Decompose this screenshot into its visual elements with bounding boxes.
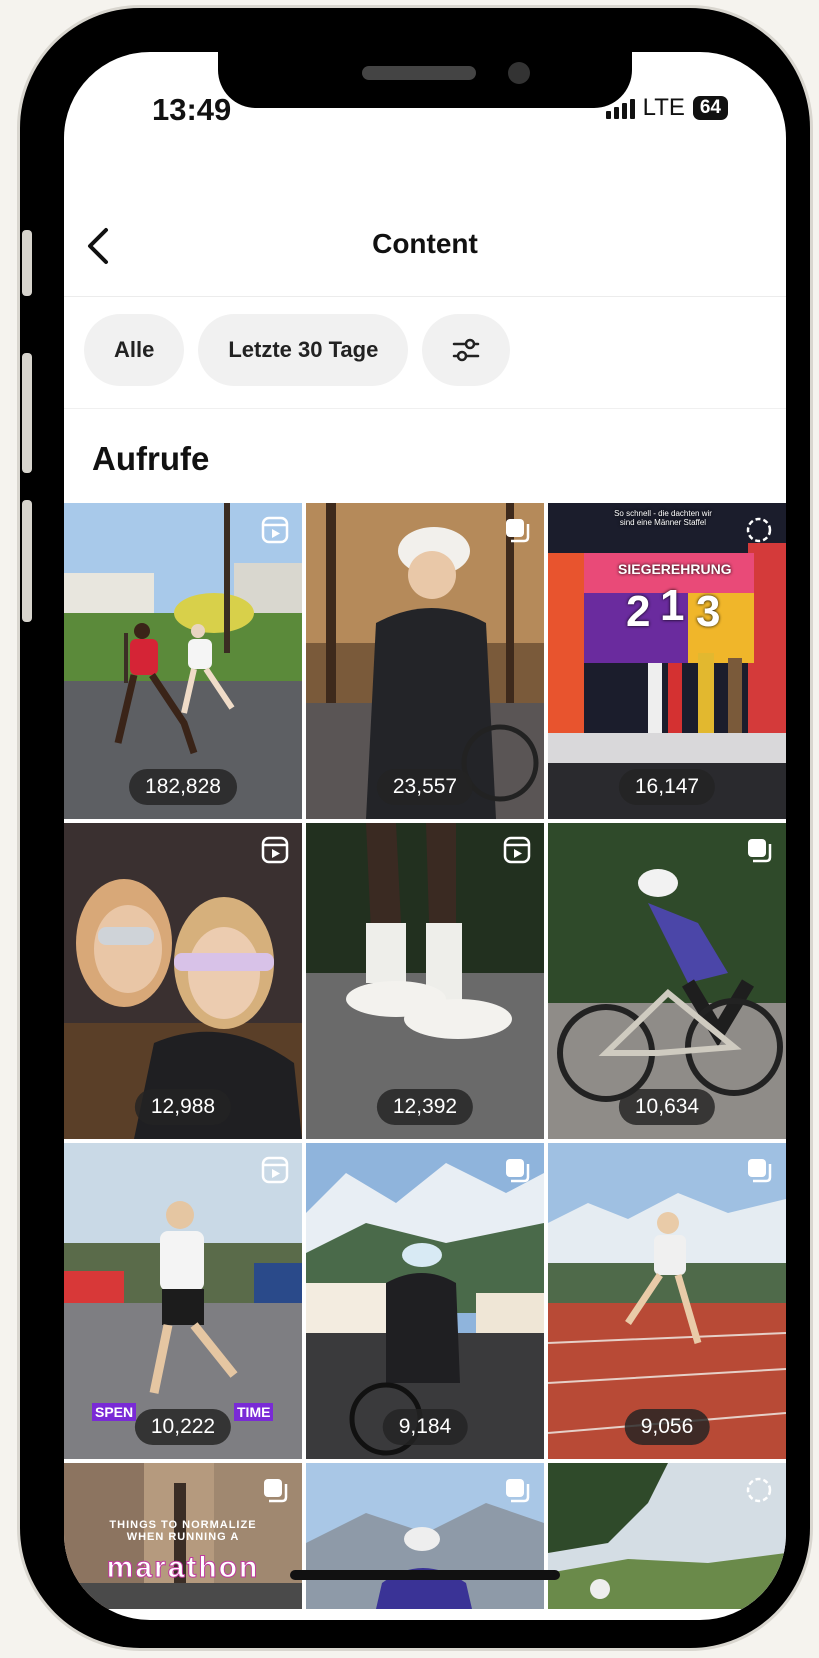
front-camera [508,62,530,84]
view-count-badge: 23,557 [376,769,474,805]
battery-icon: 64 [692,96,728,120]
post-tile[interactable]: THINGS TO NORMALIZE WHEN RUNNING A marat… [64,1463,302,1609]
volume-down-button [22,500,32,622]
post-overlay-text: So schnell - die dachten wir sind eine M… [614,509,712,527]
post-tile[interactable]: 9,056 [548,1143,786,1459]
notch [218,50,632,108]
podium-number: 1 [660,581,685,630]
volume-up-button [22,353,32,473]
post-tile[interactable] [548,1463,786,1609]
carousel-icon [506,519,530,543]
podium-number: 2 [626,587,651,636]
network-label: LTE [642,94,685,121]
post-overlay-word: marathon [106,1551,260,1585]
section-title: Aufrufe [92,440,210,477]
mute-switch [22,230,32,296]
loading-icon [746,1477,772,1503]
header: Content [64,200,786,297]
content-grid: 182,828 23,557 So schnell - die dachten … [64,503,786,1609]
carousel-icon [506,1159,530,1183]
status-time: 13:49 [152,92,232,127]
screen: 13:49 LTE 64 Content Alle Letzte 30 Tage… [64,52,786,1620]
post-tile[interactable]: 12,392 [306,823,544,1139]
view-count-badge: 9,056 [624,1409,710,1445]
view-count-badge: 16,147 [618,769,716,805]
view-count-badge: 9,184 [382,1409,468,1445]
filter-bar: Alle Letzte 30 Tage [84,314,511,386]
podium-number: 3 [696,587,721,636]
reel-icon [503,836,531,864]
view-count-badge: 12,392 [376,1089,474,1125]
carousel-icon [748,1159,772,1183]
post-tile[interactable]: 23,557 [306,503,544,819]
carousel-icon [264,1479,288,1503]
caption-text-left: SPEN [92,1403,137,1421]
post-tile[interactable]: So schnell - die dachten wir sind eine M… [548,503,786,819]
filter-date-range-chip[interactable]: Letzte 30 Tage [198,314,409,386]
status-indicators: LTE 64 [605,94,728,122]
reel-icon [261,836,289,864]
reel-icon [261,1156,289,1184]
carousel-icon [748,839,772,863]
page-title: Content [372,228,478,259]
post-overlay-title: THINGS TO NORMALIZE WHEN RUNNING A [109,1519,257,1543]
home-indicator[interactable] [290,1570,560,1580]
loading-icon [746,517,772,543]
post-tile[interactable]: 10,634 [548,823,786,1139]
post-tile[interactable]: SPEN TIME 10,222 [64,1143,302,1459]
divider [64,408,786,409]
sliders-icon [453,338,480,362]
post-tile[interactable]: 12,988 [64,823,302,1139]
carousel-icon [506,1479,530,1503]
filter-all-chip[interactable]: Alle [84,314,185,386]
post-tile[interactable]: 9,184 [306,1143,544,1459]
view-count-badge: 182,828 [129,769,237,805]
speaker [362,66,476,80]
reel-icon [261,516,289,544]
filter-settings-chip[interactable] [422,314,511,386]
post-tile[interactable]: 182,828 [64,503,302,819]
view-count-badge: 12,988 [134,1089,232,1125]
view-count-badge: 10,634 [618,1089,716,1125]
post-tile[interactable] [306,1463,544,1609]
banner-text: SIEGEREHRUNG [618,561,732,577]
caption-text-right: TIME [234,1403,274,1421]
view-count-badge: 10,222 [134,1409,232,1445]
